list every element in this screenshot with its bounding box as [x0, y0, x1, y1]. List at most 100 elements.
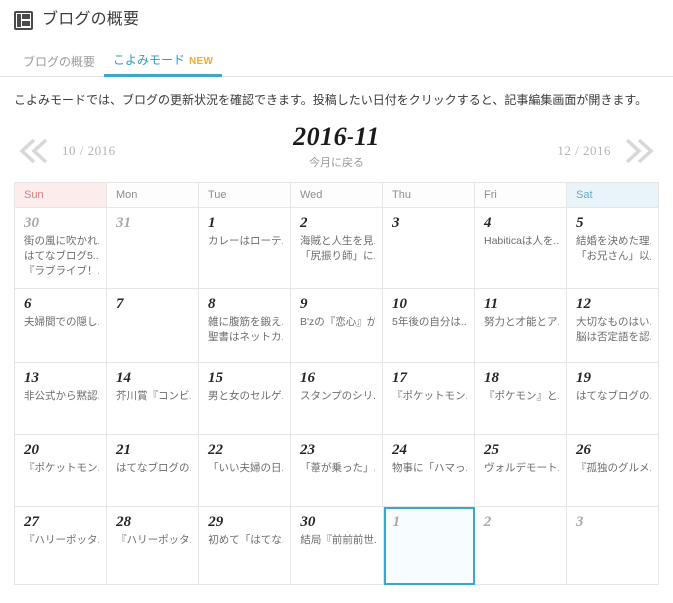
calendar-day-cell[interactable]: 25 ヴォルデモート...	[475, 435, 567, 507]
calendar-entry-title[interactable]: 『ハリーポッタ...	[24, 533, 99, 548]
calendar-day-cell[interactable]: 26 『孤独のグルメ...	[567, 435, 659, 507]
calendar-entry-title[interactable]: 芥川賞『コンビ...	[116, 389, 191, 404]
calendar-day-cell[interactable]: 24 物事に「ハマっ...	[383, 435, 475, 507]
calendar-entry-title[interactable]: 男と女のセルゲ...	[208, 389, 283, 404]
calendar-entry-title[interactable]: 『ハリーポッタ...	[116, 533, 191, 548]
calendar-entry-title[interactable]: B'zの『恋心』が...	[300, 315, 375, 330]
calendar-entry-title[interactable]: 『ポケットモン...	[392, 389, 467, 404]
calendar-entry-title[interactable]: はてなブログ5...	[24, 249, 99, 264]
calendar-day-cell[interactable]: 18 『ポケモン』と...	[475, 363, 567, 435]
calendar-entry-title[interactable]: スタンプのシリ...	[300, 389, 375, 404]
calendar-day-cell[interactable]: 28 『ハリーポッタ...	[107, 507, 200, 585]
calendar-day-cell[interactable]: 31	[107, 208, 199, 289]
day-number: 13	[24, 370, 39, 386]
day-number: 7	[116, 296, 124, 312]
day-number: 2	[300, 215, 308, 231]
day-number: 24	[392, 442, 407, 458]
calendar-day-cell[interactable]: 29 初めて「はてな...	[199, 507, 292, 585]
calendar-entry-title[interactable]: 結局『前前前世...	[300, 533, 375, 548]
day-number: 2	[483, 514, 492, 530]
day-number: 26	[576, 442, 591, 458]
day-number: 31	[116, 215, 131, 231]
tab-koyomi-mode[interactable]: こよみモード NEW	[104, 53, 223, 77]
month-navigation: 10 / 2016 2016-11 今月に戻る 12 / 2016	[0, 122, 673, 182]
calendar-entry-title[interactable]: 雑に腹筋を鍛え...	[208, 315, 283, 330]
day-number: 1	[392, 514, 401, 530]
calendar-day-cell[interactable]: 17 『ポケットモン...	[383, 363, 475, 435]
next-month-button[interactable]: 12 / 2016	[557, 134, 655, 168]
day-number: 3	[392, 215, 400, 231]
calendar-day-cell[interactable]: 7	[107, 289, 199, 363]
calendar-entry-title[interactable]: 5年後の自分は...	[392, 315, 467, 330]
calendar-day-cell[interactable]: 13 非公式から黙認...	[15, 363, 107, 435]
tab-blog-overview-label: ブログの概要	[23, 55, 96, 69]
calendar-day-cell[interactable]: 20 『ポケットモン...	[15, 435, 107, 507]
calendar-entry-title[interactable]: 『ポケットモン...	[24, 461, 99, 476]
calendar-week-row: 30 街の風に吹かれ... はてなブログ5... 『ラブライブ！... 31 1 カレーはロ…	[15, 208, 659, 289]
calendar-day-cell[interactable]: 16 スタンプのシリ...	[291, 363, 383, 435]
calendar-day-cell[interactable]: 2 海賊と人生を見... 「尻振り師」に...	[291, 208, 383, 289]
day-number: 15	[208, 370, 223, 386]
calendar-entry-title[interactable]: 街の風に吹かれ...	[24, 234, 99, 249]
calendar-entry-title[interactable]: 「尻振り師」に...	[300, 249, 375, 264]
calendar-entry-title[interactable]: 『ポケモン』と...	[484, 389, 559, 404]
calendar-entry-title[interactable]: 夫婦間での隠し...	[24, 315, 99, 330]
calendar-entry-title[interactable]: 非公式から黙認...	[24, 389, 99, 404]
calendar-day-cell[interactable]: 14 芥川賞『コンビ...	[107, 363, 199, 435]
calendar-day-cell[interactable]: 23 「葦が乗った」...	[291, 435, 383, 507]
tab-new-badge: NEW	[189, 56, 214, 67]
tab-blog-overview[interactable]: ブログの概要	[14, 55, 104, 76]
calendar-entry-title[interactable]: 初めて「はてな...	[208, 533, 283, 548]
calendar-grid: Sun Mon Tue Wed Thu Fri Sat 30 街の風に吹かれ...…	[14, 182, 659, 585]
calendar-entry-title[interactable]: 『孤独のグルメ...	[576, 461, 651, 476]
calendar-day-cell[interactable]: 5 結婚を決めた理...「お兄さん」以上「...	[567, 208, 659, 289]
calendar-entry-title[interactable]: 海賊と人生を見...	[300, 234, 375, 249]
calendar-day-cell[interactable]: 10 5年後の自分は...	[383, 289, 475, 363]
calendar-entry-title[interactable]: 「お兄さん」以上「...	[576, 249, 651, 264]
calendar-entry-title[interactable]: 物事に「ハマっ...	[392, 461, 467, 476]
calendar-entry-title[interactable]: 聖書はネットカ...	[208, 330, 283, 345]
calendar-day-cell[interactable]: 30 街の風に吹かれ... はてなブログ5... 『ラブライブ！...	[15, 208, 107, 289]
calendar-entry-title[interactable]: 努力と才能とア...	[484, 315, 559, 330]
calendar-entry-title[interactable]: 脳は否定語を認...	[576, 330, 651, 345]
calendar-day-cell[interactable]: 9 B'zの『恋心』が...	[291, 289, 383, 363]
calendar-day-cell[interactable]: 22 「いい夫婦の日...	[199, 435, 291, 507]
calendar-entry-title[interactable]: 「いい夫婦の日...	[208, 461, 283, 476]
day-number: 9	[300, 296, 308, 312]
calendar-day-cell[interactable]: 8 雑に腹筋を鍛え... 聖書はネットカ...	[199, 289, 291, 363]
calendar-entry-title[interactable]: はてなブログの...	[116, 461, 191, 476]
calendar-entry-title[interactable]: 大切なものはい...	[576, 315, 651, 330]
calendar-entry-title[interactable]: 『ラブライブ！...	[24, 264, 99, 279]
calendar-day-cell[interactable]: 12 大切なものはい... 脳は否定語を認...	[567, 289, 659, 363]
calendar-day-cell[interactable]: 15 男と女のセルゲ...	[199, 363, 291, 435]
calendar-day-cell[interactable]: 30 結局『前前前世...	[291, 507, 384, 585]
description-text: こよみモードでは、ブログの更新状況を確認できます。投稿したい日付をクリックすると…	[14, 93, 648, 107]
day-number: 10	[392, 296, 407, 312]
calendar-entry-title[interactable]: 結婚を決めた理...	[576, 234, 651, 249]
chevron-double-right-icon	[621, 134, 655, 168]
calendar-day-cell[interactable]: 3	[383, 208, 475, 289]
calendar-day-cell[interactable]: 21 はてなブログの...	[107, 435, 199, 507]
calendar-entry-title[interactable]: 「葦が乗った」...	[300, 461, 375, 476]
weekday-tue: Tue	[199, 183, 291, 208]
calendar-entry-title[interactable]: カレーはローテ...	[208, 234, 283, 249]
day-number: 23	[300, 442, 315, 458]
calendar-entry-title[interactable]: ヴォルデモート...	[484, 461, 559, 476]
day-number: 29	[208, 514, 224, 530]
day-number: 14	[116, 370, 131, 386]
calendar-day-cell[interactable]: 19 はてなブログの...	[567, 363, 659, 435]
calendar-day-cell[interactable]: 2	[474, 507, 567, 585]
calendar-day-cell[interactable]: 4 Habiticaは人を...	[475, 208, 567, 289]
calendar-week-row: 6 夫婦間での隠し... 7 8 雑に腹筋を鍛え... 聖書はネットカ... 9 B'zの『恋…	[15, 289, 659, 363]
calendar-body: 30 街の風に吹かれ... はてなブログ5... 『ラブライブ！... 31 1 カレーはロ…	[15, 208, 659, 585]
day-number: 22	[208, 442, 223, 458]
calendar-day-cell-selected[interactable]: 1	[383, 507, 475, 585]
calendar-day-cell[interactable]: 3	[566, 507, 659, 585]
weekday-thu: Thu	[383, 183, 475, 208]
calendar-entry-title[interactable]: Habiticaは人を...	[484, 234, 559, 249]
calendar-day-cell[interactable]: 11 努力と才能とア...	[475, 289, 567, 363]
calendar-day-cell[interactable]: 1 カレーはローテ...	[199, 208, 291, 289]
calendar-day-cell[interactable]: 27 『ハリーポッタ...	[15, 507, 108, 585]
calendar-day-cell[interactable]: 6 夫婦間での隠し...	[15, 289, 107, 363]
calendar-entry-title[interactable]: はてなブログの...	[576, 389, 651, 404]
